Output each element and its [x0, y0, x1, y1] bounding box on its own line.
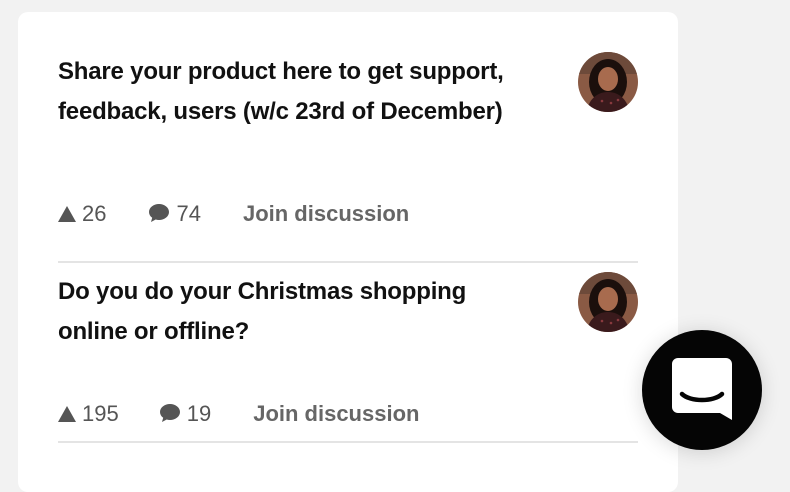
upvote-button[interactable]: 26 — [58, 201, 106, 227]
comments-button[interactable]: 74 — [148, 201, 201, 229]
upvote-count: 26 — [82, 201, 107, 226]
discussion-title[interactable]: Share your product here to get support, … — [58, 52, 538, 132]
triangle-up-icon — [58, 206, 76, 222]
join-discussion-link[interactable]: Join discussion — [253, 401, 419, 427]
chat-launcher-icon — [672, 358, 732, 420]
comment-count: 19 — [186, 401, 212, 426]
comments-button[interactable]: 19 — [159, 401, 211, 427]
upvote-button[interactable]: 195 — [58, 401, 119, 427]
triangle-up-icon — [58, 406, 76, 422]
avatar-image — [578, 52, 638, 112]
divider — [58, 441, 638, 443]
join-discussion-link[interactable]: Join discussion — [243, 201, 409, 227]
chat-launcher-button[interactable] — [642, 330, 762, 450]
discussion-meta: 195 19 Join discussion — [58, 399, 419, 429]
divider — [58, 261, 638, 263]
speech-bubble-icon — [148, 203, 170, 229]
discussion-card: Share your product here to get support, … — [18, 12, 678, 492]
avatar-image — [578, 272, 638, 332]
discussion-meta: 26 74 Join discussion — [58, 199, 409, 229]
discussion-title[interactable]: Do you do your Christmas shopping online… — [58, 272, 538, 352]
author-avatar[interactable] — [578, 52, 638, 112]
upvote-count: 195 — [82, 401, 119, 426]
comment-count: 74 — [176, 201, 201, 226]
author-avatar[interactable] — [578, 272, 638, 332]
speech-bubble-icon — [159, 403, 181, 429]
